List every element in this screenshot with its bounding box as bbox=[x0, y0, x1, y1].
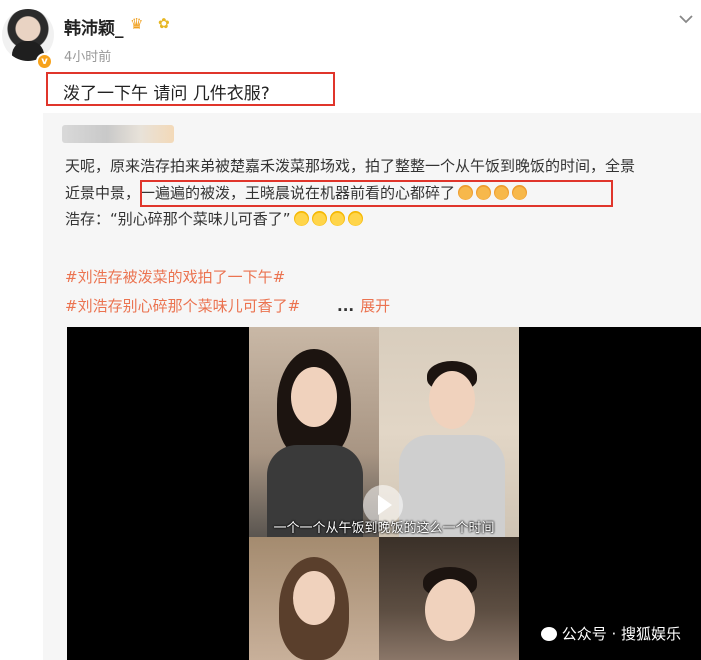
hashtag-link[interactable]: #刘浩存被泼菜的戏拍了一下午# bbox=[65, 266, 285, 287]
video-pane-top-left bbox=[249, 327, 379, 537]
username[interactable]: 韩沛颖_ bbox=[64, 14, 124, 39]
verified-badge-icon: v bbox=[36, 53, 53, 70]
repost-text-line-3: 浩存：“别心碎那个菜味儿可香了” bbox=[65, 208, 363, 229]
wechat-icon bbox=[540, 627, 557, 641]
post-caption: 泼了一下午 请问 几件衣服? bbox=[63, 84, 270, 104]
video-pane-bottom-left bbox=[249, 537, 379, 660]
hashtag-link[interactable]: #刘浩存别心碎那个菜味儿可香了# bbox=[65, 295, 300, 316]
chevron-down-icon[interactable] bbox=[677, 10, 695, 28]
post-time: 4小时前 bbox=[64, 50, 112, 65]
crying-emoji-icon bbox=[293, 211, 309, 226]
repost-text-line-1: 天呢，原来浩存拍来弟被楚嘉禾泼菜那场戏，拍了整整一个从午饭到晚饭的时间，全景 bbox=[65, 157, 636, 175]
expand-link[interactable]: ... 展开 bbox=[337, 295, 390, 316]
more-dots: ... bbox=[337, 297, 355, 315]
blurred-username bbox=[62, 125, 174, 143]
crying-emoji-icon bbox=[311, 211, 327, 226]
crying-emoji-icon bbox=[347, 211, 363, 226]
flower-icon: ✿ bbox=[158, 16, 170, 32]
watermark: 公众号 · 搜狐娱乐 bbox=[540, 623, 681, 644]
video-subtitle: 一个一个从午饭到晚饭的这么一个时间 bbox=[273, 521, 495, 536]
crown-icon: ♛ bbox=[130, 15, 144, 33]
video-player[interactable]: 一个一个从午饭到晚饭的这么一个时间 公众号 · 搜狐娱乐 bbox=[67, 327, 701, 660]
play-icon[interactable] bbox=[363, 485, 403, 525]
crying-emoji-icon bbox=[329, 211, 345, 226]
text-highlight-box bbox=[140, 180, 613, 207]
expand-label: 展开 bbox=[360, 297, 391, 315]
video-pane-bottom-right bbox=[379, 537, 519, 660]
